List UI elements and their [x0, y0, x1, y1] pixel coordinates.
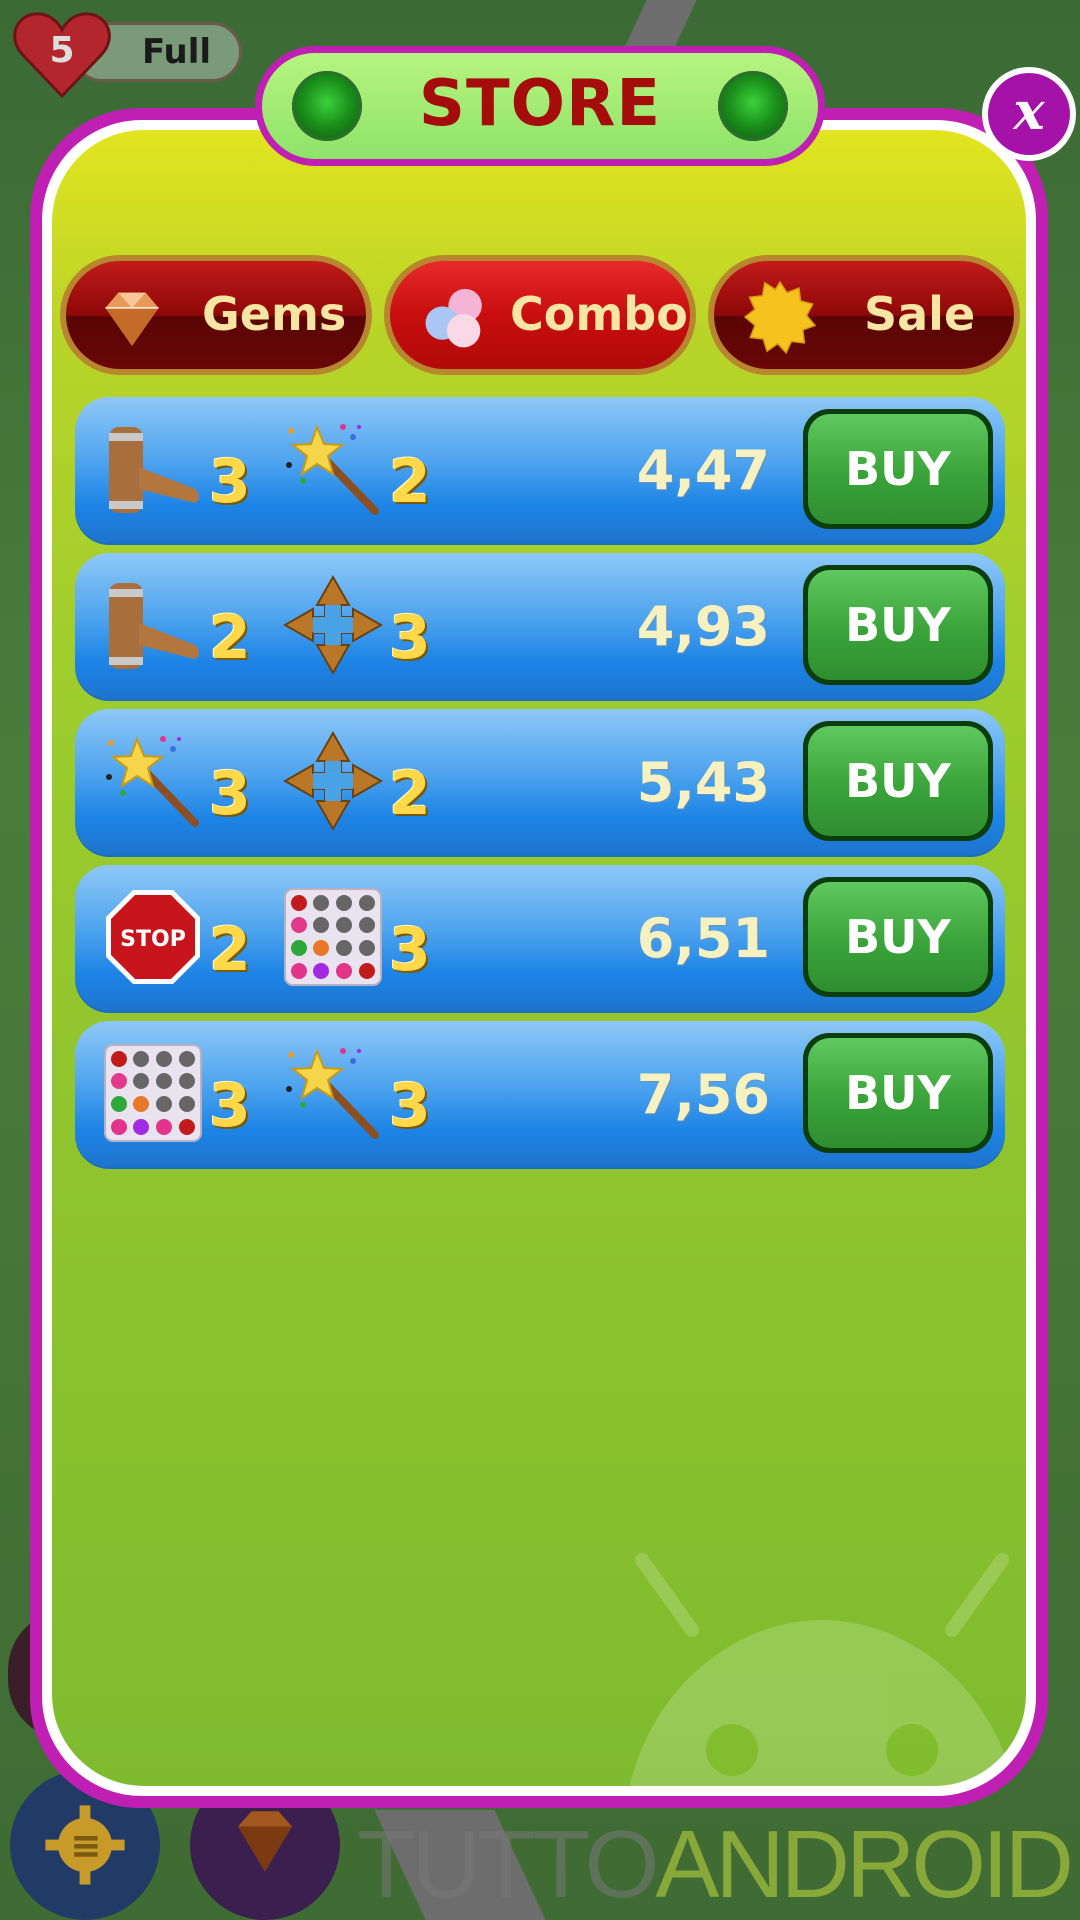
store-title-plate: STORE: [255, 46, 825, 166]
item-quantity: 3: [389, 603, 431, 673]
offer-price: 6,51: [636, 907, 770, 970]
close-icon: x: [988, 73, 1070, 155]
item-quantity: 3: [209, 759, 251, 829]
tab-combo[interactable]: Combo: [384, 255, 696, 375]
offer-row: 2 3 4,93 BUY: [75, 553, 1005, 698]
gear-icon: [45, 1805, 125, 1885]
tab-sale[interactable]: Sale: [708, 255, 1020, 375]
magic-wand-icon: [283, 1043, 383, 1143]
tab-gems[interactable]: Gems: [60, 255, 372, 375]
hammer-icon: [103, 419, 203, 519]
item-quantity: 2: [389, 447, 431, 517]
arrows-icon: [283, 731, 383, 831]
lives-indicator[interactable]: Full 5: [12, 8, 242, 99]
gem-icon: [238, 1811, 292, 1872]
tab-combo-label: Combo: [510, 287, 688, 341]
watermark: TUTTOANDROID: [357, 1810, 1074, 1920]
watermark-part2: ANDROID: [655, 1811, 1074, 1918]
buy-button[interactable]: BUY: [803, 877, 993, 997]
offer-row: 3 2 5,43 BUY: [75, 709, 1005, 854]
lives-count: 5: [49, 30, 75, 71]
magic-wand-icon: [103, 731, 203, 831]
offer-row: STOP 2 3 6,51 BUY: [75, 865, 1005, 1010]
buy-button-label: BUY: [808, 414, 988, 524]
buy-button-label: BUY: [808, 1038, 988, 1148]
arrows-icon: [283, 575, 383, 675]
gem-icon: [105, 292, 159, 346]
magic-wand-icon: [283, 419, 383, 519]
buy-button[interactable]: BUY: [803, 1033, 993, 1153]
item-quantity: 3: [389, 915, 431, 985]
item-quantity: 2: [389, 759, 431, 829]
buy-button[interactable]: BUY: [803, 721, 993, 841]
color-grid-icon: [283, 887, 383, 987]
item-quantity: 3: [389, 1071, 431, 1141]
bubbles-icon: [425, 288, 482, 348]
offer-row: 3 2 4,47 BUY: [75, 397, 1005, 542]
buy-button[interactable]: BUY: [803, 409, 993, 529]
offer-price: 4,47: [636, 439, 770, 502]
android-logo-icon: [629, 1553, 1015, 1786]
item-quantity: 2: [209, 915, 251, 985]
stop-sign-text: STOP: [120, 927, 186, 952]
offer-price: 5,43: [636, 751, 770, 814]
tab-sale-label: Sale: [864, 287, 976, 341]
buy-button-label: BUY: [808, 726, 988, 836]
item-quantity: 3: [209, 1071, 251, 1141]
buy-button-label: BUY: [808, 570, 988, 680]
close-button[interactable]: x: [982, 67, 1076, 161]
item-quantity: 2: [209, 603, 251, 673]
tab-gems-label: Gems: [202, 287, 347, 341]
offer-price: 7,56: [636, 1063, 770, 1126]
color-grid-icon: [103, 1043, 203, 1143]
offer-price: 4,93: [636, 595, 770, 658]
buy-button[interactable]: BUY: [803, 565, 993, 685]
stop-sign-icon: STOP: [106, 890, 200, 984]
offer-row: 3 3 7,56 BUY: [75, 1021, 1005, 1166]
item-quantity: 3: [209, 447, 251, 517]
watermark-part1: TUTTO: [357, 1811, 659, 1918]
sale-badge-icon: [743, 280, 817, 355]
hammer-icon: [103, 575, 203, 675]
orb-right-icon: [718, 71, 788, 141]
buy-button-label: BUY: [808, 882, 988, 992]
